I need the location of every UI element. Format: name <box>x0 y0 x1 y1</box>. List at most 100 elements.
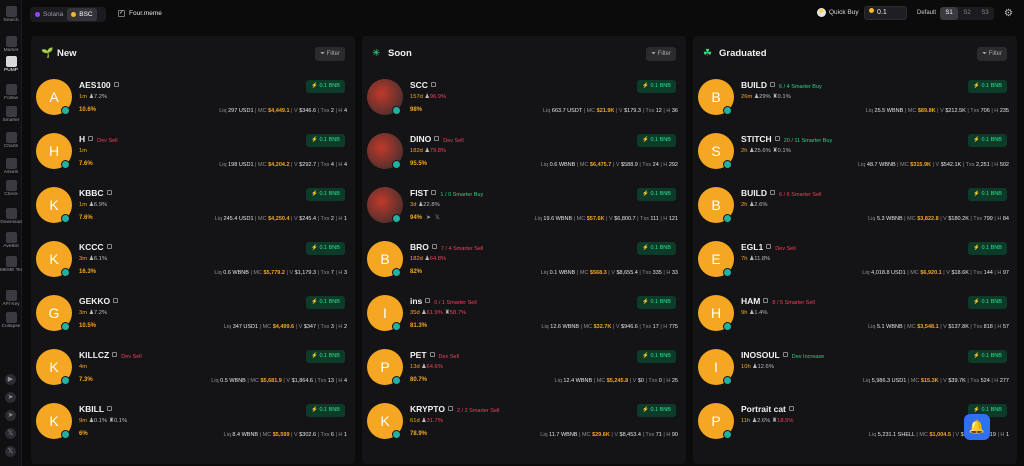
copy-icon[interactable] <box>431 190 437 195</box>
copy-icon[interactable] <box>106 190 112 195</box>
filter-button[interactable]: ⏷ Filter <box>646 47 676 61</box>
token-card[interactable]: B BUILD 6 / 6 Smarter Sell 2h ♟2.6% ⚡ 0.1 BN… <box>693 182 1017 236</box>
copy-icon[interactable] <box>106 244 112 249</box>
four-meme-filter[interactable]: ✓ Four.meme <box>118 10 162 17</box>
sidebar-item-market[interactable]: Market <box>0 36 22 54</box>
token-card[interactable]: K KBILL 9m ♟0.1% ♜0.1% 6% ⚡ 0.1 BNB Liq 8.4 W… <box>31 398 355 452</box>
token-card[interactable]: FIST 1 / 0 Smarter Buy 3d ♟22.8% 94% ➤ 𝕏 ⚡ 0.1… <box>362 182 686 236</box>
copy-icon[interactable] <box>113 82 119 87</box>
sidebar-item-pump[interactable]: PUMP <box>0 56 22 74</box>
quick-buy-button[interactable]: ⚡ 0.1 BNB <box>968 134 1007 147</box>
copy-icon[interactable] <box>425 298 431 303</box>
filter-button[interactable]: ⏷ Filter <box>315 47 345 61</box>
token-card[interactable]: G GEKKO 3m ♟7.2% 10.5% ⚡ 0.1 BNB Liq 347 USD1… <box>31 290 355 344</box>
token-card[interactable]: Iins 0 / 1 Smarter Sell 35d ♟61.9% ♜58.7% 8… <box>362 290 686 344</box>
token-card[interactable]: B BUILD 6 / 4 Smarter Buy 26m ♟29% ♜0.1% ⚡ 0… <box>693 74 1017 128</box>
x-icon[interactable]: 𝕏 <box>5 428 16 439</box>
quick-buy-button[interactable]: ⚡ 0.1 BNB <box>306 350 345 363</box>
sidebar-item-check[interactable]: Check <box>0 180 22 198</box>
quick-buy-button[interactable]: ⚡ 0.1 BNB <box>637 296 676 309</box>
token-card[interactable]: SCC 157d ♟96.9% 98% ⚡ 0.1 BNB Liq 663.7 USDT… <box>362 74 686 128</box>
token-card[interactable]: A AES100 1m ♟7.2% 10.6% ⚡ 0.1 BNB Liq 297 USD… <box>31 74 355 128</box>
token-age: 7h <box>741 256 748 262</box>
checkbox-icon[interactable]: ✓ <box>118 10 125 17</box>
token-card[interactable]: S STITCH 20 / 11 Smarter Buy 2h ♟25.6% ♜0.1… <box>693 128 1017 182</box>
copy-icon[interactable] <box>107 406 113 411</box>
copy-icon[interactable] <box>782 352 788 357</box>
copy-icon[interactable] <box>763 298 769 303</box>
token-card[interactable]: H HAM 8 / 5 Smarter Sell 9h ♟1.4% ⚡ 0.1 BNB L… <box>693 290 1017 344</box>
h-value: 1 <box>343 432 347 438</box>
copy-icon[interactable] <box>788 406 794 411</box>
telegram-icon[interactable]: ➤ <box>5 392 16 403</box>
copy-icon[interactable] <box>112 352 118 357</box>
sidebar-item-search[interactable]: Search <box>0 6 22 24</box>
quick-buy-button[interactable]: ⚡ 0.1 BNB <box>637 350 676 363</box>
sidebar-item-follow[interactable]: Follow <box>0 84 22 102</box>
quick-buy-button[interactable]: ⚡ 0.1 BNB <box>637 134 676 147</box>
copy-icon[interactable] <box>774 136 780 141</box>
quick-buy-button[interactable]: ⚡ 0.1 BNB <box>637 80 676 93</box>
quick-buy-button[interactable]: ⚡ 0.1 BNB <box>968 350 1007 363</box>
token-name: BUILD <box>741 80 767 90</box>
quick-buy-button[interactable]: ⚡ 0.1 BNB <box>968 242 1007 255</box>
copy-icon[interactable] <box>769 190 775 195</box>
copy-icon[interactable] <box>434 136 440 141</box>
quick-buy-button[interactable]: ⚡ 0.1 BNB <box>968 80 1007 93</box>
copy-icon[interactable] <box>431 244 437 249</box>
quick-buy-button[interactable]: ⚡ 0.1 BNB <box>968 296 1007 309</box>
copy-icon[interactable] <box>430 82 436 87</box>
sidebar-item-avebot[interactable]: AveBot <box>0 232 22 250</box>
token-card[interactable]: K KRYPTO 2 / 2 Smarter Sell 61d ♟31.7% 78.9%… <box>362 398 686 452</box>
sidebar-item-api-key[interactable]: API Key <box>0 290 22 308</box>
filter-button[interactable]: ⏷ Filter <box>977 47 1007 61</box>
holder-pct: 6.1% <box>93 256 108 262</box>
quick-buy-button[interactable]: ⚡ 0.1 BNB <box>637 242 676 255</box>
quick-buy-button[interactable]: ⚡ 0.1 BNB <box>306 188 345 201</box>
token-card[interactable]: P PET Dev Sell 13d ♟64.6% 80.7% ⚡ 0.1 BNB Liq … <box>362 344 686 398</box>
slot-s1[interactable]: S1 <box>940 7 958 20</box>
token-card[interactable]: K KILLCZ Dev Sell 4m 7.3% ⚡ 0.1 BNB Liq 0.5 WB… <box>31 344 355 398</box>
bonding-pct: 16.3% <box>79 269 97 275</box>
quick-buy-button[interactable]: ⚡ 0.1 BNB <box>306 242 345 255</box>
token-card[interactable]: I INOSOUL Dev Increase 10h ♟12.6% ⚡ 0.1 BNB L… <box>693 344 1017 398</box>
quick-buy-button[interactable]: ⚡ 0.1 BNB <box>637 188 676 201</box>
quick-buy-button[interactable]: ⚡ 0.1 BNB <box>306 404 345 417</box>
token-card[interactable]: E EGL1 Dev Sell 7h ♟11.8% ⚡ 0.1 BNB Liq 4,018… <box>693 236 1017 290</box>
quick-buy-input[interactable]: 0.1 <box>864 6 907 20</box>
mc-value: $32.7K <box>593 324 612 330</box>
token-card[interactable]: B BRO 7 / 4 Smarter Sell 182d ♟64.8% 82% ⚡ 0.… <box>362 236 686 290</box>
slot-s2[interactable]: S2 <box>958 7 976 20</box>
sidebar-item-meme-team[interactable]: MEME Team <box>0 256 22 274</box>
x-icon[interactable]: 𝕏 <box>5 446 16 457</box>
x-icon[interactable]: 𝕏 <box>435 215 440 221</box>
sidebar-item-smarter[interactable]: Smarter <box>0 106 22 124</box>
copy-icon[interactable] <box>429 352 435 357</box>
quick-buy-button[interactable]: ⚡ 0.1 BNB <box>306 134 345 147</box>
quick-buy-button[interactable]: ⚡ 0.1 BNB <box>637 404 676 417</box>
copy-icon[interactable] <box>769 82 775 87</box>
copy-icon[interactable] <box>447 406 453 411</box>
copy-icon[interactable] <box>766 244 772 249</box>
sidebar-item-download[interactable]: Download <box>0 208 22 226</box>
chain-solana[interactable]: Solana <box>31 8 67 21</box>
sidebar-item-charts[interactable]: Charts <box>0 132 22 150</box>
telegram-icon[interactable]: ➤ <box>426 215 431 221</box>
youtube-icon[interactable]: ▶ <box>5 374 16 385</box>
quick-buy-button[interactable]: ⚡ 0.1 BNB <box>968 188 1007 201</box>
sidebar-item-collapse[interactable]: Collapse <box>0 312 22 330</box>
quick-buy-button[interactable]: ⚡ 0.1 BNB <box>306 80 345 93</box>
token-card[interactable]: DINO Dev Sell 182d ♟79.8% 95.5% ⚡ 0.1 BNB Liq… <box>362 128 686 182</box>
telegram-icon[interactable]: ➤ <box>5 410 16 421</box>
chain-bsc[interactable]: BSC <box>67 8 97 21</box>
bell-icon[interactable]: 🔔 <box>964 414 990 440</box>
quick-buy-button[interactable]: ⚡ 0.1 BNB <box>306 296 345 309</box>
sidebar-item-assets[interactable]: Assets <box>0 158 22 176</box>
token-card[interactable]: K KBBC 1m ♟6.9% 7.6% ⚡ 0.1 BNB Liq 245.4 USD1… <box>31 182 355 236</box>
copy-icon[interactable] <box>88 136 94 141</box>
copy-icon[interactable] <box>113 298 119 303</box>
gear-icon[interactable]: ⚙ <box>1004 8 1013 19</box>
token-card[interactable]: K KCCC 3m ♟6.1% 16.3% ⚡ 0.1 BNB Liq 0.6 WBNB … <box>31 236 355 290</box>
token-card[interactable]: H H Dev Sell 1m 7.6% ⚡ 0.1 BNB Liq 198 USD1 | … <box>31 128 355 182</box>
slot-s3[interactable]: S3 <box>976 7 994 20</box>
